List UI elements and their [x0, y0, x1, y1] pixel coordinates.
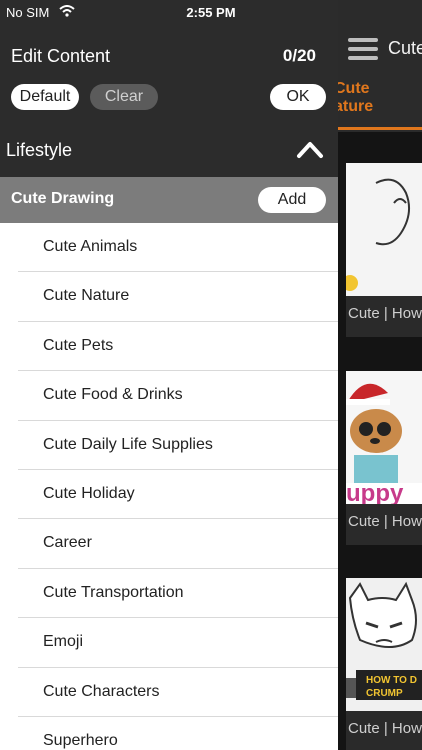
drawer-title: Edit Content: [11, 46, 111, 66]
list-item[interactable]: Cute Holiday: [18, 470, 338, 520]
list-item-label: Cute Characters: [43, 682, 160, 700]
video-caption: Cute | How: [348, 305, 422, 322]
list-item[interactable]: Cute Transportation: [18, 569, 338, 619]
chevron-up-icon[interactable]: [296, 139, 324, 159]
list-item-label: Cute Food & Drinks: [43, 386, 183, 404]
list-item-label: Superhero: [43, 732, 118, 749]
list-item-label: Cute Nature: [43, 287, 130, 305]
list-item[interactable]: Cute Food & Drinks: [18, 371, 338, 421]
category-header[interactable]: Lifestyle: [0, 125, 338, 177]
list-item-label: Career: [43, 534, 92, 552]
video-thumbnail: uppy: [346, 371, 422, 504]
subcategory-list: Cute Animals Cute Nature Cute Pets Cute …: [0, 223, 338, 750]
list-item-label: Cute Pets: [43, 336, 114, 354]
list-item[interactable]: Career: [18, 519, 338, 569]
thumbnail-overlay-text: uppy: [346, 480, 404, 504]
list-item[interactable]: Cute Pets: [18, 322, 338, 372]
active-tab-indicator: [338, 127, 422, 130]
list-item-label: Cute Transportation: [43, 583, 184, 601]
group-title: Cute Drawing: [11, 190, 115, 207]
add-button[interactable]: Add: [258, 187, 326, 213]
video-caption: Cute | How: [348, 513, 422, 530]
status-bar: No SIM 2:55 PM: [0, 0, 422, 26]
video-card[interactable]: Cute | How: [346, 163, 422, 337]
list-item[interactable]: Superhero: [18, 717, 338, 750]
video-thumbnail: [346, 163, 422, 296]
list-item[interactable]: Cute Daily Life Supplies: [18, 421, 338, 470]
ok-button[interactable]: OK: [270, 84, 326, 110]
hamburger-menu-icon[interactable]: [348, 38, 378, 60]
list-item-label: Cute Holiday: [43, 485, 135, 502]
list-item[interactable]: Cute Characters: [18, 668, 338, 717]
clear-button[interactable]: Clear: [90, 84, 158, 110]
status-time: 2:55 PM: [186, 5, 236, 20]
group-row-cute-drawing: Cute Drawing Add: [0, 177, 338, 223]
video-card[interactable]: HOW TO D CRUMP Cute | How: [346, 578, 422, 750]
list-item-label: Emoji: [43, 633, 84, 651]
background-title: Cute: [388, 38, 422, 58]
edit-content-drawer: Edit Content 0/20 Default Clear OK Lifes…: [0, 0, 338, 750]
list-item[interactable]: Cute Animals: [18, 223, 338, 273]
list-item[interactable]: Emoji: [18, 618, 338, 668]
video-card[interactable]: uppy Cute | How: [346, 371, 422, 545]
background-active-tab[interactable]: Cute ature: [334, 80, 373, 116]
video-caption: Cute | How: [348, 720, 422, 737]
list-item[interactable]: Cute Nature: [18, 272, 338, 322]
selection-counter: 0/20: [282, 46, 316, 65]
list-item-label: Cute Animals: [43, 238, 138, 255]
thumbnail-overlay-text: HOW TO D CRUMP: [366, 675, 417, 699]
default-button[interactable]: Default: [11, 84, 79, 110]
category-title: Lifestyle: [6, 140, 73, 160]
video-thumbnail: HOW TO D CRUMP: [346, 578, 422, 711]
list-item-label: Cute Daily Life Supplies: [43, 435, 213, 453]
